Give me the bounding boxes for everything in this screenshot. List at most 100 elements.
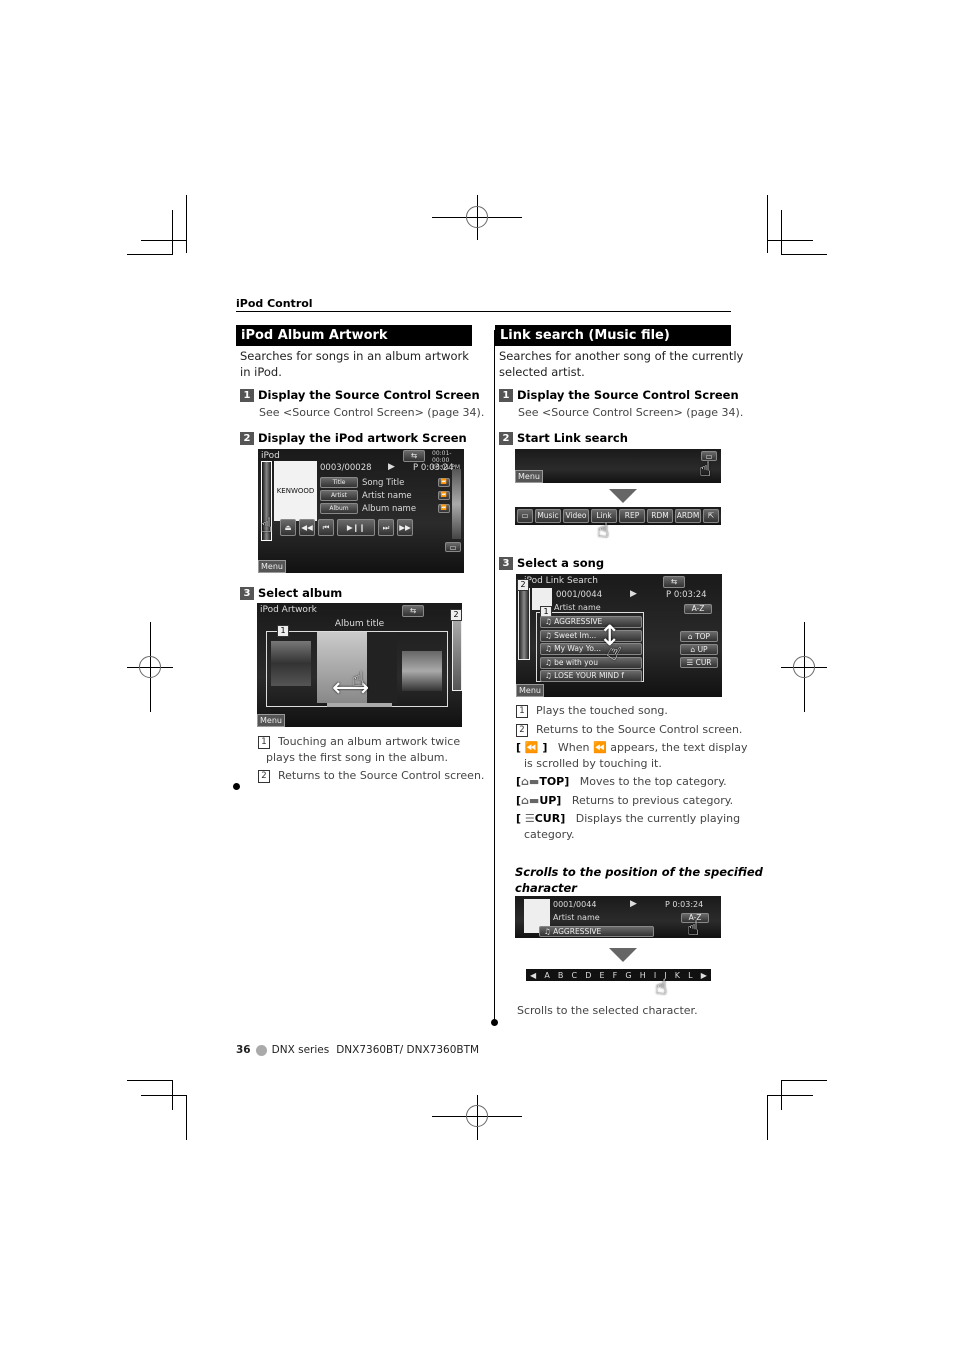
left-note-2: 2 Returns to the Source Control screen. <box>258 768 484 784</box>
link-search-intro: Searches for another song of the current… <box>499 349 744 379</box>
transport-controls: ⏏ ◀◀ ⏮ ▶❙❙ ⏭ ▶▶ <box>280 519 413 536</box>
artist-name: Artist name <box>554 603 601 612</box>
right-note-1: 1 Plays the touched song. <box>516 703 668 719</box>
play-pause-button[interactable]: ▶❙❙ <box>337 519 375 536</box>
ipod-artwork-screen: iPod Artwork ⇆ Album title 1 2 ⟷ ☝ Menu <box>257 603 462 727</box>
panel-button[interactable]: ▭ <box>445 542 461 552</box>
random-button[interactable]: RDM <box>647 509 673 523</box>
cur-button[interactable]: ☰ CUR <box>680 657 718 668</box>
screen-title: iPod <box>261 451 280 461</box>
song-item[interactable]: ♫ be with you <box>540 656 642 669</box>
callout-2: 2 <box>450 609 462 621</box>
a-z-button[interactable]: A-Z <box>684 604 712 614</box>
artist-name: Artist name <box>362 490 412 501</box>
link-search-screen: iPod Link Search ⇆ 2 0001/0044 ▶ P 0:03:… <box>516 574 722 697</box>
up-category-icon: ⌂▬ <box>521 794 540 807</box>
alphabet-key[interactable]: E <box>600 971 605 980</box>
return-tab[interactable] <box>518 588 530 660</box>
all-random-button[interactable]: ARDM <box>675 509 701 523</box>
scroll-left-button[interactable]: ◀ <box>530 971 536 980</box>
repeat-button[interactable]: REP <box>619 509 645 523</box>
song-item[interactable]: ♫ AGGRESSIVE <box>540 616 642 628</box>
title-label: Title <box>320 477 358 488</box>
alphabet-key[interactable]: K <box>675 971 680 980</box>
legend-up: [⌂▬UP] Returns to previous category. <box>516 794 734 807</box>
play-icon: ▶ <box>388 462 395 472</box>
play-icon: ▶ <box>630 589 637 599</box>
control-bar-screen: ▭ Menu ☝ <box>515 449 721 483</box>
carousel-scrollbar[interactable] <box>327 703 392 707</box>
panel-button[interactable]: ▭ <box>517 509 533 523</box>
scroll-right-button[interactable]: ▶ <box>701 971 707 980</box>
track-counter: 0001/0044 <box>556 590 603 600</box>
previous-button[interactable]: ⏮ <box>318 519 334 536</box>
scroll-text-button[interactable]: ⏪ <box>438 504 450 513</box>
scroll-note: Scrolls to the selected character. <box>517 1004 698 1017</box>
alphabet-key[interactable]: C <box>572 971 578 980</box>
left-note-1: 1 Touching an album artwork twice <box>258 734 460 750</box>
play-icon: ▶ <box>630 899 637 909</box>
divider-end-dot <box>491 1019 498 1026</box>
section-title-album-artwork: iPod Album Artwork <box>236 325 472 346</box>
track-counter: 0001/0044 <box>553 900 597 909</box>
alphabet-key[interactable]: G <box>625 971 631 980</box>
menu-button[interactable]: Menu <box>516 684 544 697</box>
legend-top: [⌂▬TOP] Moves to the top category. <box>516 775 727 788</box>
song-item[interactable]: ♫ LOSE YOUR MIND f <box>540 670 642 682</box>
menu-button[interactable]: Menu <box>258 560 286 573</box>
touch-hand-icon: ☝ <box>352 667 365 691</box>
scroll-text-icon: ⏪ <box>524 741 539 754</box>
current-list-icon: ☰ <box>524 812 535 825</box>
alphabet-key[interactable]: A <box>544 971 549 980</box>
up-button[interactable]: ⌂ UP <box>680 644 718 655</box>
side-panel-tab[interactable] <box>452 469 461 539</box>
play-time: P 0:03:24 <box>666 590 707 600</box>
play-time: P 0:03:24 <box>665 900 704 909</box>
song-item[interactable]: ♫ My Way Yo... <box>540 643 642 655</box>
alphabet-key[interactable]: B <box>558 971 564 980</box>
screen-title: iPod Artwork <box>260 605 317 615</box>
rewind-button[interactable]: ◀◀ <box>299 519 315 536</box>
fast-forward-button[interactable]: ▶▶ <box>397 519 413 536</box>
return-button[interactable]: ⇆ <box>663 576 685 588</box>
header-rule <box>236 311 731 312</box>
song-item[interactable]: ♫ Sweet Im... <box>540 629 642 642</box>
right-step-1-sub: See <Source Control Screen> (page 34). <box>518 406 744 419</box>
series-name: DNX series <box>271 1044 330 1056</box>
return-button[interactable]: ⇆ <box>402 605 424 617</box>
down-arrow-icon <box>609 948 637 962</box>
eject-button[interactable]: ⏏ <box>280 519 296 536</box>
alphabet-key[interactable]: F <box>613 971 618 980</box>
right-note-2: 2 Returns to the Source Control screen. <box>516 722 742 738</box>
info-rows: Title Song Title ⏪ Artist Artist name ⏪ … <box>320 476 450 515</box>
legend-cur-cont: category. <box>524 828 575 841</box>
page-footer: 36 DNX series DNX7360BT/ DNX7360BTM <box>236 1044 479 1056</box>
a-z-screen: 0001/0044 ▶ P 0:03:24 Artist name A-Z ♫ … <box>515 896 721 938</box>
alphabet-key[interactable]: D <box>585 971 591 980</box>
top-button[interactable]: ⌂ TOP <box>680 631 718 642</box>
album-name: Album name <box>362 503 417 514</box>
scroll-text-button[interactable]: ⏪ <box>438 491 450 500</box>
menu-button[interactable]: Menu <box>257 714 285 727</box>
video-button[interactable]: Video <box>563 509 589 523</box>
alphabet-key[interactable]: L <box>688 971 692 980</box>
footer-dot-icon <box>255 1044 267 1056</box>
menu-button[interactable]: Menu <box>515 470 543 483</box>
scroll-text-button[interactable]: ⏪ <box>438 478 450 487</box>
scroll-text-icon: ⏪ <box>593 741 607 754</box>
alphabet-key[interactable]: H <box>640 971 646 980</box>
return-button[interactable]: ⇆ <box>403 450 425 462</box>
alphabet-scroll-bar: ◀ A B C D E F G H I J K L ▶ <box>526 969 711 981</box>
touch-hand-icon: ☝ <box>655 975 668 999</box>
page-number: 36 <box>236 1044 251 1056</box>
album-label: Album <box>320 503 358 514</box>
return-tab[interactable] <box>452 619 462 691</box>
song-item[interactable]: ♫ AGGRESSIVE <box>539 926 654 937</box>
callout-1: 1 <box>277 625 289 637</box>
music-button[interactable]: Music <box>535 509 561 523</box>
next-button[interactable]: ⏭ <box>378 519 394 536</box>
song-list: ♫ AGGRESSIVE ♫ Sweet Im... ♫ My Way Yo..… <box>540 616 642 684</box>
model-names: DNX7360BT/ DNX7360BTM <box>336 1044 480 1056</box>
down-arrow-icon <box>609 489 637 503</box>
close-bar-button[interactable]: ⇱ <box>703 509 719 523</box>
